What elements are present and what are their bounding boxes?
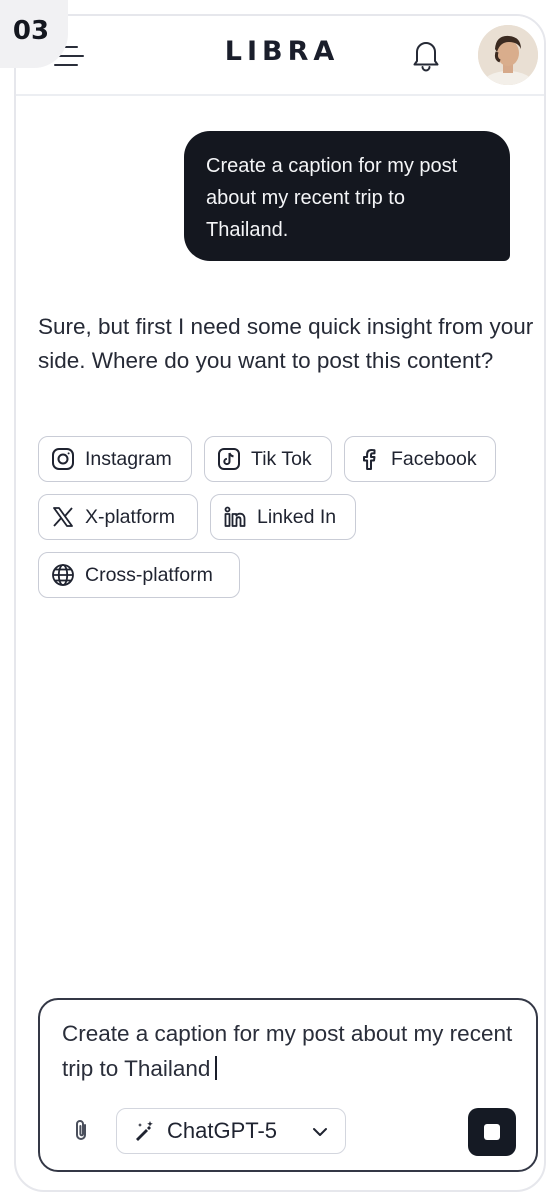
message-input[interactable]: Create a caption for my post about my re…: [62, 1016, 522, 1086]
tiktok-icon: [218, 448, 240, 470]
x-icon: [53, 507, 73, 527]
chip-label: Facebook: [391, 447, 477, 470]
assistant-message: Sure, but first I need some quick insigh…: [38, 314, 534, 373]
chip-label: Instagram: [85, 447, 172, 470]
brand-logo: LIBRA: [224, 36, 340, 67]
linkedin-icon: [224, 506, 246, 527]
magic-wand-icon: [136, 1121, 153, 1141]
chip-label: Tik Tok: [251, 447, 312, 470]
facebook-icon: [363, 449, 376, 470]
phone-frame: LIBRA Create a caption for my post about…: [14, 14, 546, 1192]
platform-chip-cross-platform[interactable]: Cross-platform: [38, 552, 240, 598]
globe-icon: [52, 564, 74, 586]
platform-chip-tiktok[interactable]: Tik Tok: [204, 436, 332, 482]
model-name: ChatGPT-5: [167, 1118, 278, 1143]
chip-label: Linked In: [257, 505, 337, 528]
bell-icon[interactable]: [411, 38, 441, 72]
chevron-down-icon: [313, 1128, 327, 1136]
model-selector[interactable]: ChatGPT-5: [116, 1108, 346, 1154]
platform-chip-x[interactable]: X-platform: [38, 494, 198, 540]
message-input-value: Create a caption for my post about my re…: [62, 1021, 513, 1081]
stop-generating-button[interactable]: [468, 1108, 516, 1156]
step-badge: 03: [0, 0, 68, 68]
user-message-bubble: Create a caption for my post about my re…: [184, 131, 510, 261]
text-caret: [215, 1056, 218, 1080]
platform-chip-facebook[interactable]: Facebook: [344, 436, 496, 482]
paperclip-icon[interactable]: [70, 1118, 94, 1144]
app-header: LIBRA: [16, 16, 544, 96]
platform-chip-instagram[interactable]: Instagram: [38, 436, 192, 482]
chip-label: Cross-platform: [85, 563, 213, 586]
message-composer: Create a caption for my post about my re…: [38, 998, 538, 1172]
chip-label: X-platform: [85, 505, 175, 528]
stop-icon: [484, 1124, 500, 1140]
platform-chip-linkedin[interactable]: Linked In: [210, 494, 356, 540]
avatar[interactable]: [478, 25, 538, 85]
instagram-icon: [52, 448, 74, 470]
